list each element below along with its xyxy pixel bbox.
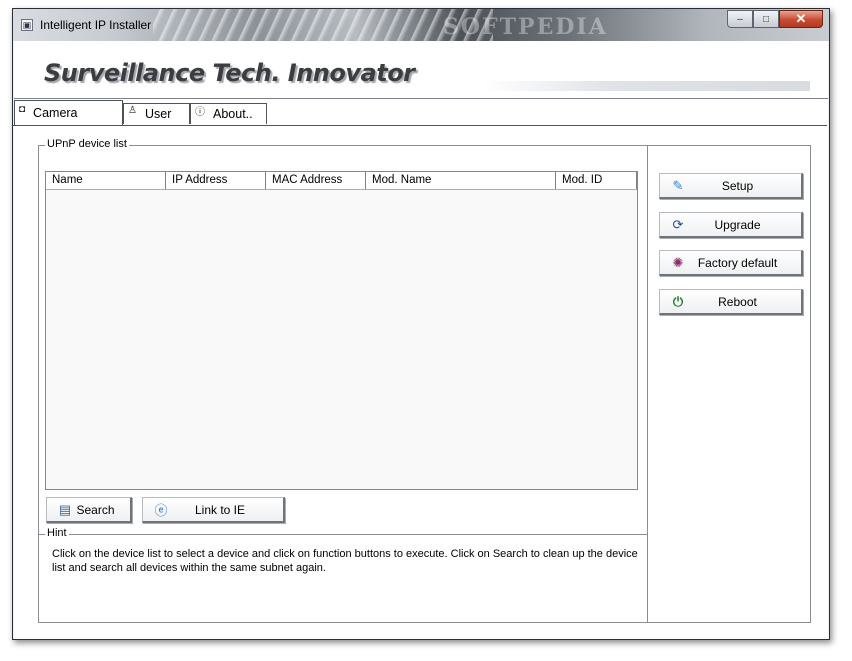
close-icon: ✕ (795, 11, 807, 26)
window-title: Intelligent IP Installer (40, 18, 152, 32)
tab-about-label: About.. (213, 107, 253, 121)
column-header-mac-address[interactable]: MAC Address (266, 172, 366, 189)
column-header-ip-address[interactable]: IP Address (166, 172, 266, 189)
watermark-text: SOFTPEDIA (443, 14, 608, 40)
internet-explorer-icon: ⓔ (154, 503, 168, 518)
power-icon: ⏻ (672, 293, 684, 309)
loading-spinner-icon: ✺ (672, 254, 684, 270)
title-bar-decoration (153, 9, 493, 41)
upgrade-button-label: Upgrade (714, 217, 761, 232)
tab-user[interactable]: ♙ User (123, 103, 190, 124)
info-icon: ⓘ (195, 106, 205, 118)
close-button[interactable]: ✕ (779, 10, 823, 28)
minimize-icon: – (737, 13, 743, 25)
device-list[interactable]: Name IP Address MAC Address Mod. Name Mo… (45, 171, 638, 490)
camera-tab-panel: UPnP device list Hint Click on the devic… (14, 126, 828, 639)
column-header-name[interactable]: Name (46, 172, 166, 189)
device-list-group-label: UPnP device list (45, 138, 129, 150)
brand-banner: Surveillance Tech. Innovator (14, 41, 828, 99)
app-icon[interactable]: ▣ (21, 19, 33, 31)
link-to-ie-button[interactable]: ⓔ Link to IE (142, 497, 285, 523)
minimize-button[interactable]: – (727, 10, 753, 28)
app-window: ▣ Intelligent IP Installer SOFTPEDIA – □… (12, 8, 830, 640)
reboot-button[interactable]: ⏻ Reboot (659, 289, 803, 315)
camera-icon: ◘ (19, 103, 26, 115)
link-to-ie-button-label: Link to IE (194, 502, 246, 517)
tab-user-label: User (144, 107, 172, 121)
reboot-button-label: Reboot (718, 294, 757, 309)
search-button[interactable]: ▤ Search (46, 497, 132, 523)
hint-group-label: Hint (45, 527, 69, 539)
tab-about[interactable]: ⓘ About.. (190, 103, 267, 124)
device-list-header: Name IP Address MAC Address Mod. Name Mo… (46, 172, 637, 190)
maximize-icon: □ (762, 13, 770, 25)
wrench-icon: ✎ (672, 177, 684, 193)
setup-button-label: Setup (721, 178, 754, 193)
tab-camera[interactable]: ◘ Camera (14, 100, 123, 125)
column-header-mod-id[interactable]: Mod. ID (556, 172, 637, 189)
setup-button[interactable]: ✎ Setup (659, 173, 803, 199)
tab-strip: ◘ Camera ♙ User ⓘ About.. (14, 99, 828, 125)
title-bar[interactable]: ▣ Intelligent IP Installer SOFTPEDIA – □… (13, 9, 829, 41)
maximize-button[interactable]: □ (753, 10, 779, 28)
upgrade-icon: ⟳ (672, 216, 684, 232)
hint-group: Hint Click on the device list to select … (39, 527, 648, 623)
search-button-label: Search (76, 502, 115, 517)
column-header-mod-name[interactable]: Mod. Name (366, 172, 556, 189)
hint-text: Click on the device list to select a dev… (52, 548, 638, 574)
factory-default-button-label: Factory default (697, 255, 778, 270)
caption-buttons: – □ ✕ (727, 10, 823, 30)
search-icon: ▤ (58, 501, 72, 517)
banner-decoration (484, 81, 810, 91)
user-icon: ♙ (128, 104, 137, 116)
brand-title: Surveillance Tech. Innovator (44, 59, 415, 87)
upgrade-button[interactable]: ⟳ Upgrade (659, 212, 803, 238)
factory-default-button[interactable]: ✺ Factory default (659, 250, 803, 276)
tab-camera-label: Camera (33, 106, 78, 120)
